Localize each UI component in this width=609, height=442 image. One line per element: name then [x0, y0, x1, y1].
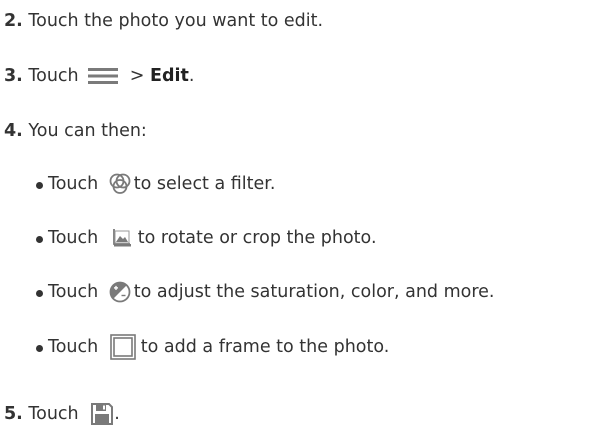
- step-text: Touch the photo you want to edit.: [22, 11, 324, 31]
- step-2: 2. Touch the photo you want to edit.: [4, 9, 323, 33]
- bullet-text-post: to rotate or crop the photo.: [137, 228, 377, 248]
- bullet-text-post: to select a filter.: [133, 174, 276, 194]
- bullet-text-pre: Touch: [48, 228, 104, 248]
- step-text: You can then:: [22, 121, 147, 141]
- step-number: 3.: [4, 66, 23, 86]
- image-crop-icon: [112, 228, 132, 248]
- bullet-text-post: to adjust the saturation, color, and mor…: [133, 282, 495, 302]
- bullet-dot: [36, 235, 43, 243]
- step-3: 3. Touch > Edit .: [4, 64, 194, 88]
- bullet-frame: Touch to add a frame to the photo.: [36, 334, 389, 360]
- step-5: 5. Touch .: [4, 402, 120, 426]
- step-text-pre: Touch: [22, 404, 85, 424]
- bullet-dot: [36, 181, 43, 189]
- step-number: 4.: [4, 121, 23, 141]
- menu-icon: [88, 67, 119, 85]
- step-text-mid: >: [124, 66, 150, 86]
- step-number: 2.: [4, 11, 23, 31]
- bullet-dot: [36, 344, 43, 352]
- bullet-filter: Touch to select a filter.: [36, 172, 275, 196]
- step-text-end: .: [188, 66, 195, 86]
- bullet-text-pre: Touch: [48, 337, 104, 357]
- edit-label: Edit: [149, 66, 189, 86]
- step-text-end: .: [114, 404, 120, 424]
- filter-icon: [108, 172, 132, 196]
- step-4: 4. You can then:: [4, 119, 147, 143]
- step-text-pre: Touch: [22, 66, 85, 86]
- bullet-text-post: to add a frame to the photo.: [140, 337, 390, 357]
- step-number: 5.: [4, 404, 23, 424]
- bullet-adjust: Touch to adjust the saturation, color, a…: [36, 280, 495, 304]
- instructions-page: 2. Touch the photo you want to edit. 3. …: [0, 0, 609, 442]
- adjust-icon: [109, 281, 131, 303]
- bullet-text-pre: Touch: [48, 174, 104, 194]
- frame-icon: [109, 334, 136, 360]
- bullet-text-pre: Touch: [48, 282, 104, 302]
- bullet-crop: Touch to rotate or crop the photo.: [36, 226, 377, 250]
- bullet-dot: [36, 289, 43, 297]
- save-icon: [90, 402, 114, 426]
